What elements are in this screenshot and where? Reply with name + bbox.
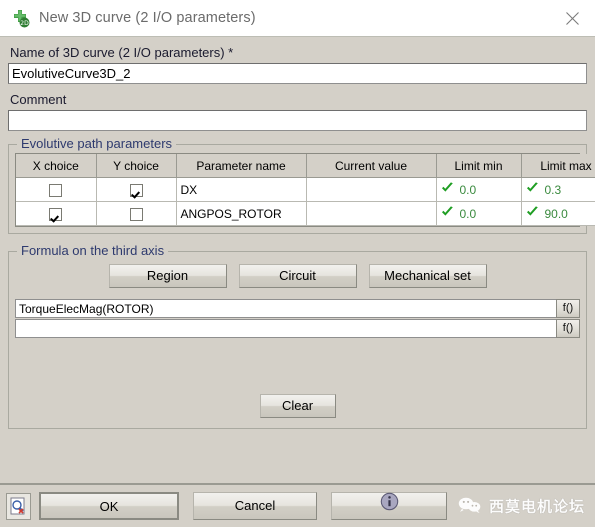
wechat-icon	[458, 496, 482, 516]
formula-group-title: Formula on the third axis	[17, 244, 169, 258]
formula-third-axis-group: Formula on the third axis Region Circuit…	[8, 244, 587, 429]
y-choice-checkbox[interactable]	[129, 207, 143, 221]
formula-source-buttons: Region Circuit Mechanical set	[15, 264, 580, 288]
limit-min-cell: 0.0	[436, 177, 522, 202]
current-value-cell	[306, 201, 437, 226]
name-input[interactable]	[8, 63, 587, 84]
formula-input-1[interactable]	[15, 299, 556, 318]
formula-input-2[interactable]	[15, 319, 556, 338]
x-choice-checkbox[interactable]	[49, 183, 63, 197]
parameter-name-cell: ANGPOS_ROTOR	[176, 201, 307, 226]
region-button[interactable]: Region	[108, 264, 227, 288]
column-header-parameter-name: Parameter name	[176, 154, 307, 178]
curve3d-icon: 2D	[10, 8, 30, 28]
evolutive-path-parameters-group: Evolutive path parameters X choice Y cho…	[8, 137, 595, 234]
table-row[interactable]: ANGPOS_ROTOR 0.0 90.0	[16, 201, 595, 226]
y-choice-checkbox[interactable]	[129, 183, 143, 197]
formula-row: f()	[15, 319, 580, 338]
limit-min-cell: 0.0	[436, 201, 522, 226]
x-choice-cell[interactable]	[16, 177, 97, 202]
ok-button[interactable]: OK	[39, 492, 179, 520]
dialog-body: Name of 3D curve (2 I/O parameters) * Co…	[0, 37, 595, 483]
window-title: New 3D curve (2 I/O parameters)	[39, 10, 256, 26]
column-header-y-choice: Y choice	[96, 154, 177, 178]
footer-bar: OK Cancel 西莫电机论坛	[0, 483, 595, 527]
column-header-limit-min: Limit min	[436, 154, 522, 178]
column-header-limit-max: Limit max	[521, 154, 595, 178]
parameters-table-wrapper: X choice Y choice Parameter name Current…	[15, 153, 595, 227]
valid-check-icon	[441, 206, 454, 221]
current-value-cell	[306, 177, 437, 202]
column-header-x-choice: X choice	[16, 154, 97, 178]
parameters-table: X choice Y choice Parameter name Current…	[16, 154, 595, 226]
comment-field-label: Comment	[10, 92, 67, 107]
function-picker-button-2[interactable]: f()	[556, 319, 580, 338]
mechanical-set-button[interactable]: Mechanical set	[368, 264, 487, 288]
evolutive-group-title: Evolutive path parameters	[17, 137, 177, 151]
close-icon[interactable]	[549, 0, 595, 37]
cancel-button[interactable]: Cancel	[193, 492, 317, 520]
y-choice-cell[interactable]	[96, 201, 177, 226]
valid-check-icon	[526, 182, 539, 197]
limit-max-value: 0.3	[544, 182, 562, 197]
preview-document-icon[interactable]	[6, 492, 31, 520]
watermark: 西莫电机论坛	[458, 496, 585, 517]
svg-text:2D: 2D	[20, 20, 29, 27]
limit-max-value: 90.0	[544, 206, 568, 221]
clear-button[interactable]: Clear	[259, 394, 336, 418]
name-field-label: Name of 3D curve (2 I/O parameters) *	[10, 45, 234, 60]
limit-max-cell: 0.3	[521, 177, 595, 202]
x-choice-checkbox[interactable]	[49, 207, 63, 221]
parameter-name-cell: DX	[176, 177, 307, 202]
info-button[interactable]	[331, 492, 447, 520]
formula-inputs: f() f()	[15, 299, 580, 338]
formula-row: f()	[15, 299, 580, 318]
valid-check-icon	[526, 206, 539, 221]
limit-min-value: 0.0	[459, 182, 477, 197]
limit-min-value: 0.0	[459, 206, 477, 221]
table-header-row: X choice Y choice Parameter name Current…	[16, 154, 595, 178]
watermark-text: 西莫电机论坛	[488, 497, 585, 516]
valid-check-icon	[441, 182, 454, 197]
x-choice-cell[interactable]	[16, 201, 97, 226]
y-choice-cell[interactable]	[96, 177, 177, 202]
info-circle-icon	[380, 492, 399, 520]
limit-max-cell: 90.0	[521, 201, 595, 226]
circuit-button[interactable]: Circuit	[238, 264, 357, 288]
title-bar: 2D New 3D curve (2 I/O parameters)	[0, 0, 595, 37]
clear-button-row: Clear	[9, 394, 586, 418]
column-header-current-value: Current value	[306, 154, 437, 178]
comment-input[interactable]	[8, 110, 587, 131]
table-row[interactable]: DX 0.0 0.3	[16, 177, 595, 202]
function-picker-button-1[interactable]: f()	[556, 299, 580, 318]
